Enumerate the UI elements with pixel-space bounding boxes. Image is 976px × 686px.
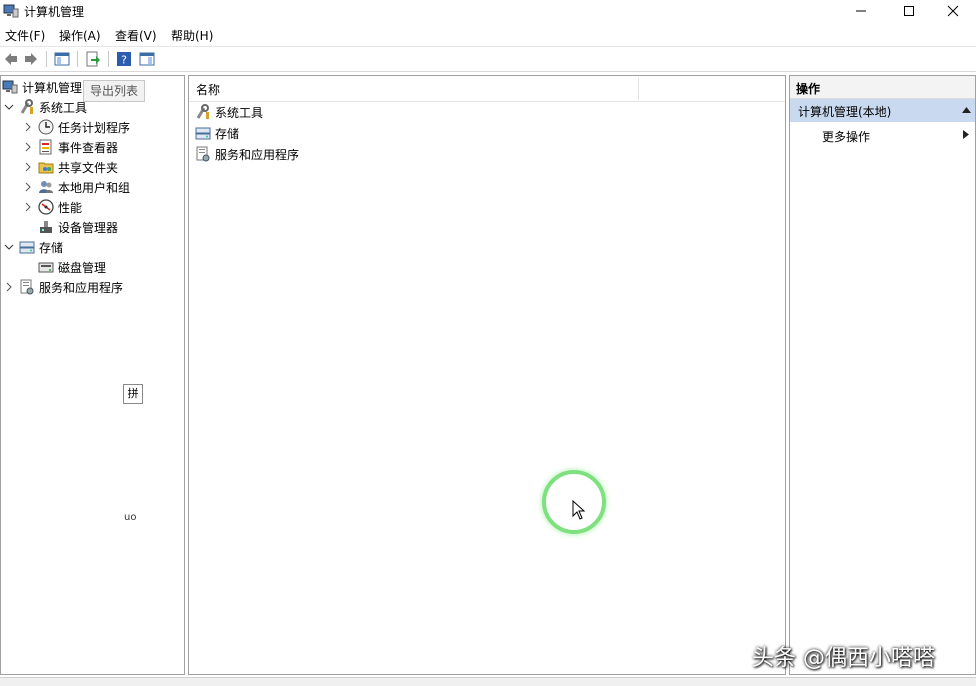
- forward-button[interactable]: [22, 50, 40, 68]
- maximize-button[interactable]: [886, 0, 932, 22]
- tree-item-label: 性能: [58, 200, 83, 215]
- chevron-right-icon[interactable]: [22, 181, 34, 193]
- watermark-text: 头条 @偶西小嗒嗒: [752, 646, 935, 671]
- chevron-down-icon[interactable]: [3, 241, 15, 253]
- tree-item-local-users-groups[interactable]: 本地用户和组: [22, 177, 130, 197]
- chevron-down-icon[interactable]: [3, 101, 15, 113]
- tree-item-label: 设备管理器: [58, 220, 119, 235]
- tree-item-label: 计算机管理: [22, 80, 83, 95]
- ime-mode-indicator[interactable]: 拼: [123, 384, 143, 404]
- tree-item-system-tools[interactable]: 系统工具: [3, 97, 87, 117]
- actions-header: 操作: [790, 76, 975, 99]
- mouse-cursor-icon: [572, 500, 586, 520]
- users-icon: [39, 181, 53, 193]
- menu-help[interactable]: 帮助(H): [171, 27, 213, 44]
- toolbar: ?: [0, 46, 976, 72]
- tree-item-device-manager[interactable]: 设备管理器: [22, 217, 118, 237]
- storage-icon: [195, 127, 211, 140]
- column-divider[interactable]: [638, 78, 639, 100]
- services-apps-icon: [20, 279, 34, 295]
- tree-item-label: 共享文件夹: [58, 160, 119, 175]
- tree-item-storage[interactable]: 存储: [3, 237, 63, 257]
- clock-icon: [38, 119, 54, 135]
- system-tools-icon: [20, 99, 33, 114]
- menu-bar: 文件(F) 操作(A) 查看(V) 帮助(H): [0, 24, 976, 44]
- computer-management-icon: [3, 4, 19, 18]
- tree-item-label: 系统工具: [39, 100, 88, 115]
- menu-file[interactable]: 文件(F): [5, 27, 45, 44]
- tree-item-disk-management[interactable]: 磁盘管理: [22, 257, 106, 277]
- list-item[interactable]: 服务和应用程序: [195, 144, 299, 164]
- tree-item-label: 任务计划程序: [58, 120, 131, 135]
- storage-icon: [19, 241, 35, 254]
- back-button[interactable]: [2, 50, 20, 68]
- tree-item-label: 存储: [39, 240, 64, 255]
- tree-item-performance[interactable]: 性能: [22, 197, 82, 217]
- tree-item-label: 事件查看器: [58, 140, 119, 155]
- tree-item-shared-folders[interactable]: 共享文件夹: [22, 157, 118, 177]
- actions-group-label: 计算机管理(本地): [798, 105, 892, 119]
- disk-management-icon: [38, 262, 54, 273]
- list-item[interactable]: 系统工具: [195, 102, 263, 122]
- show-hide-console-tree-button[interactable]: [53, 50, 71, 68]
- list-header: 名称: [189, 76, 785, 102]
- results-list-pane[interactable]: 名称 系统工具 存储 服务和应用程序: [188, 75, 786, 675]
- actions-pane: 操作 计算机管理(本地) 更多操作: [789, 75, 976, 675]
- close-button[interactable]: [930, 0, 976, 22]
- column-header-name[interactable]: 名称: [196, 81, 220, 98]
- menu-action[interactable]: 操作(A): [59, 27, 101, 44]
- help-icon: ?: [117, 52, 131, 67]
- list-item-label: 系统工具: [215, 105, 264, 120]
- collapse-up-icon[interactable]: [962, 107, 971, 113]
- actions-group-computer-management[interactable]: 计算机管理(本地): [790, 99, 975, 122]
- show-hide-action-pane-icon: [139, 52, 155, 66]
- chevron-right-icon[interactable]: [22, 201, 34, 213]
- help-button[interactable]: ?: [115, 50, 133, 68]
- services-apps-icon: [196, 146, 210, 162]
- tree-item-label: 磁盘管理: [58, 260, 107, 275]
- svg-text:?: ?: [121, 54, 127, 67]
- more-actions-label: 更多操作: [822, 130, 871, 144]
- export-list-icon: [86, 51, 100, 67]
- close-icon: [947, 5, 959, 17]
- list-item[interactable]: 存储: [195, 123, 239, 143]
- show-hide-action-pane-button[interactable]: [138, 50, 156, 68]
- menu-view[interactable]: 查看(V): [115, 27, 157, 44]
- performance-icon: [38, 199, 54, 215]
- ime-language-indicator: uo: [124, 512, 137, 523]
- export-list-tooltip: 导出列表: [83, 80, 146, 102]
- window-title: 计算机管理: [24, 5, 85, 19]
- list-item-label: 服务和应用程序: [215, 147, 300, 162]
- computer-management-icon: [2, 80, 18, 94]
- tree-item-task-scheduler[interactable]: 任务计划程序: [22, 117, 130, 137]
- submenu-arrow-icon: [963, 130, 969, 139]
- console-tree-pane[interactable]: 计算机管理 系统工具 任务计划程序 事件查看器 共享文件夹 本地用户和组 性能 …: [0, 75, 185, 675]
- no-expander: [22, 221, 34, 233]
- tree-item-label: 服务和应用程序: [39, 280, 124, 295]
- minimize-icon: [856, 10, 866, 12]
- more-actions-item[interactable]: 更多操作: [822, 128, 870, 145]
- forward-icon: [25, 53, 37, 65]
- shared-folder-icon: [38, 162, 54, 174]
- event-viewer-icon: [39, 139, 52, 155]
- list-item-label: 存储: [215, 126, 240, 141]
- show-hide-console-tree-icon: [54, 52, 70, 66]
- chevron-right-icon[interactable]: [22, 121, 34, 133]
- actions-header-label: 操作: [796, 82, 821, 96]
- title-bar: 计算机管理: [0, 0, 976, 22]
- tree-item-label: 本地用户和组: [58, 180, 131, 195]
- device-manager-icon: [40, 221, 52, 233]
- back-icon: [5, 53, 17, 65]
- chevron-right-icon[interactable]: [22, 141, 34, 153]
- chevron-right-icon[interactable]: [3, 281, 15, 293]
- chevron-right-icon[interactable]: [22, 161, 34, 173]
- tree-item-services-apps[interactable]: 服务和应用程序: [3, 277, 123, 297]
- tree-item-event-viewer[interactable]: 事件查看器: [22, 137, 118, 157]
- minimize-button[interactable]: [838, 0, 884, 22]
- no-expander: [22, 261, 34, 273]
- tree-item-root[interactable]: 计算机管理: [2, 77, 82, 97]
- system-tools-icon: [196, 104, 209, 119]
- export-list-button[interactable]: [84, 50, 102, 68]
- maximize-icon: [904, 6, 914, 16]
